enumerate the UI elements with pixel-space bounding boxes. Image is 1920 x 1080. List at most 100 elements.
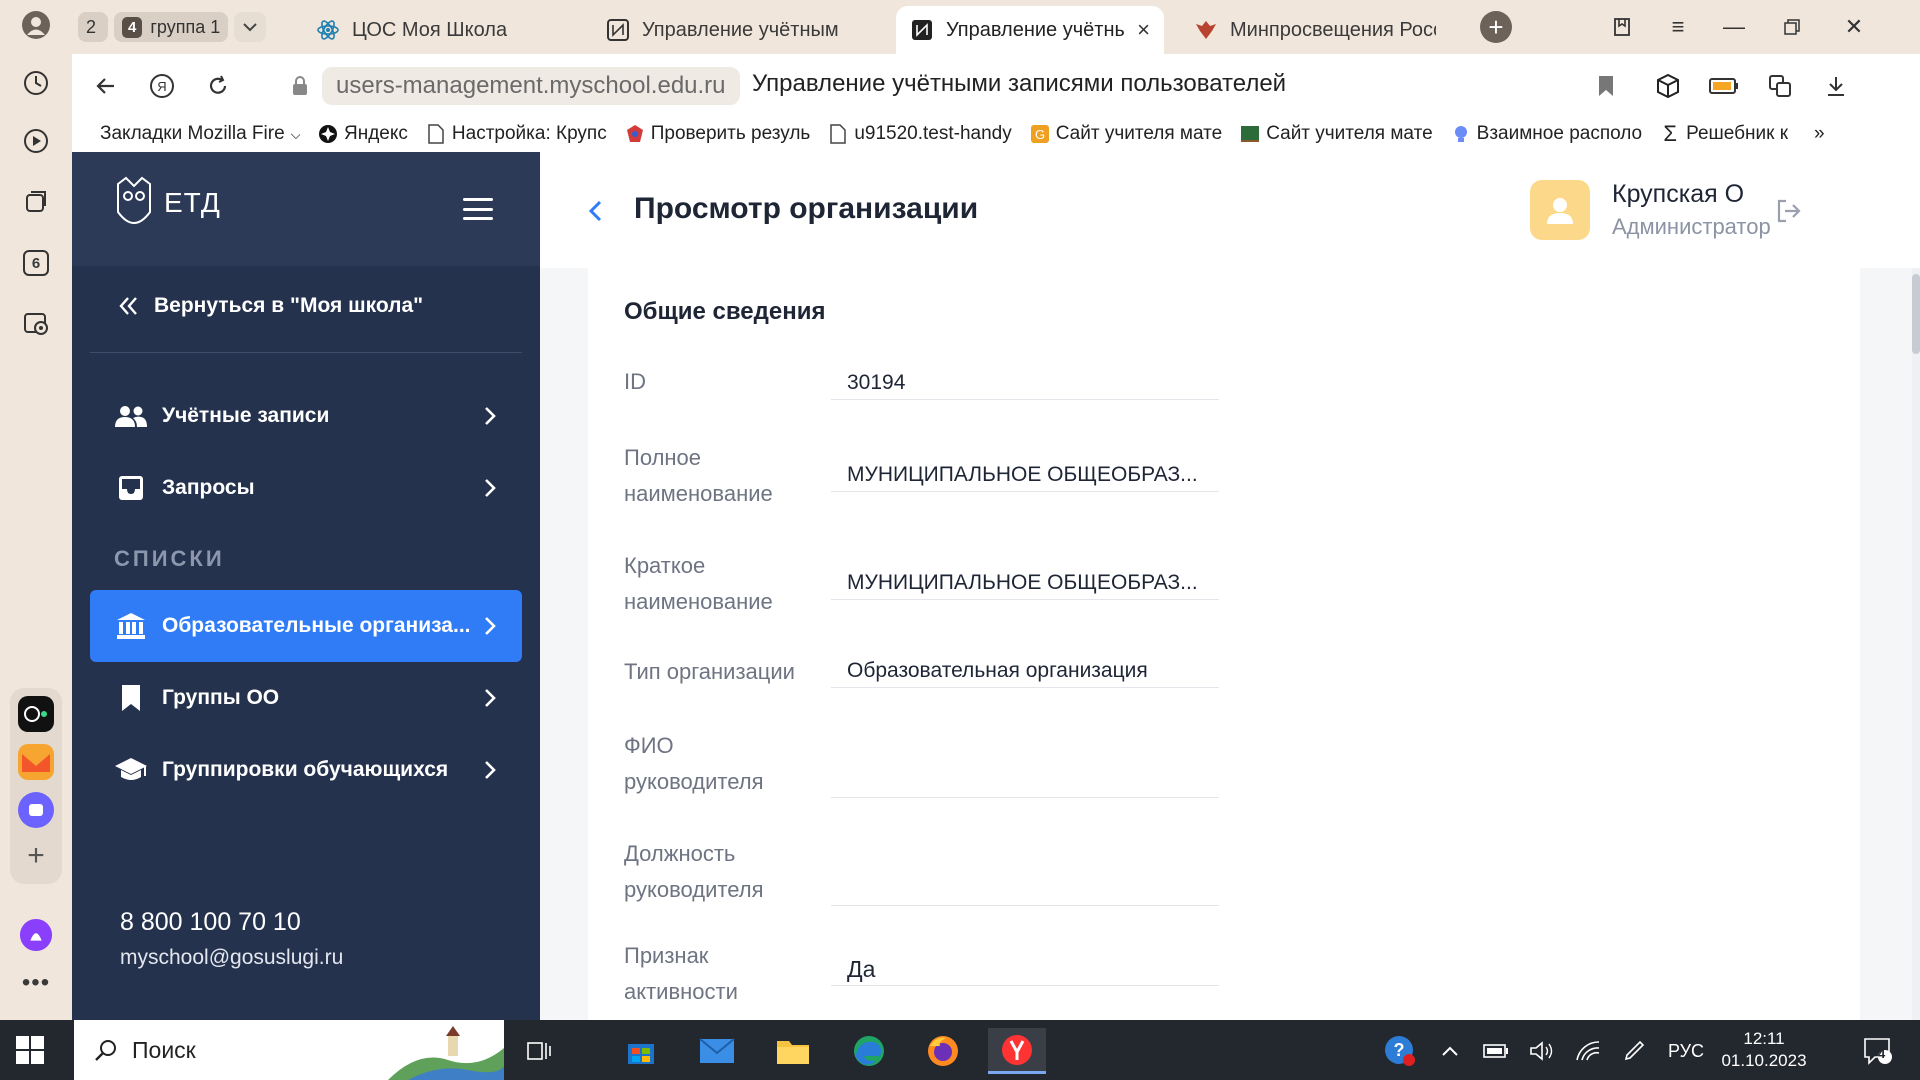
bookmark-item[interactable]: Взаимное располо [1451, 123, 1642, 145]
sidebar-item-groups[interactable]: Группы ОО [90, 662, 522, 734]
bookmark-icon [114, 683, 148, 713]
window-close-icon[interactable]: ✕ [1834, 10, 1874, 44]
messenger-app-icon[interactable] [18, 792, 54, 828]
side-apps-panel: + [10, 688, 62, 884]
new-tab-button[interactable]: + [1476, 10, 1516, 44]
bookmark-item[interactable]: Проверить резуль [625, 123, 810, 145]
volume-icon[interactable] [1526, 1038, 1558, 1064]
bookmarks-panel-icon[interactable] [1602, 10, 1642, 44]
tab-group-expand[interactable] [234, 12, 267, 42]
scrollbar-thumb[interactable] [1912, 274, 1920, 354]
bulb-icon [1451, 124, 1471, 144]
file-explorer-icon[interactable] [764, 1028, 822, 1074]
field-value[interactable]: Образовательная организация [831, 654, 1219, 688]
translate-icon[interactable] [1762, 68, 1798, 104]
field-value[interactable]: Да [831, 952, 1219, 986]
tab-label: Управление учётными [946, 18, 1126, 41]
search-icon [95, 1040, 116, 1061]
double-chevron-left-icon [119, 297, 137, 315]
avatar[interactable] [1530, 180, 1590, 240]
play-icon[interactable] [19, 124, 53, 158]
field-value[interactable] [831, 764, 1219, 798]
help-icon[interactable]: ? [1380, 1036, 1420, 1066]
screenshot-icon[interactable] [19, 306, 53, 340]
bookmark-item[interactable]: Σ Решебник к [1660, 123, 1788, 145]
collections-icon[interactable] [19, 184, 53, 218]
menu-icon[interactable]: ≡ [1658, 10, 1698, 44]
mail-app-icon[interactable] [18, 744, 54, 780]
chevron-left-icon[interactable] [584, 196, 606, 226]
mail-icon[interactable] [688, 1028, 746, 1074]
field-value[interactable] [831, 872, 1219, 906]
logout-icon[interactable] [1774, 198, 1804, 224]
tab-group: 2 4 группа 1 [72, 8, 267, 46]
tab-users-1[interactable]: Управление учётными за [592, 6, 852, 54]
sidebar-item-accounts[interactable]: Учётные записи [90, 380, 522, 452]
field-value[interactable]: МУНИЦИПАЛЬНОЕ ОБЩЕОБРАЗ... [831, 458, 1219, 492]
bookmark-item[interactable]: Закладки Mozilla Fire ⌵ [100, 123, 300, 145]
counter-badge-icon[interactable]: 6 [19, 246, 53, 280]
tab-group-count[interactable]: 2 [78, 12, 108, 42]
chevron-right-icon [482, 688, 498, 708]
bookmark-flag-icon[interactable] [1588, 68, 1624, 104]
react-atom-icon [316, 18, 340, 42]
task-view-icon[interactable] [510, 1028, 568, 1074]
wifi-icon[interactable] [1572, 1038, 1604, 1064]
more-icon[interactable]: ••• [19, 966, 53, 1000]
yandex-button-icon[interactable]: Я [144, 68, 180, 104]
pen-icon[interactable] [1618, 1038, 1650, 1064]
bookmark-item[interactable]: u91520.test-handy [828, 123, 1012, 145]
bookmark-item[interactable]: Сайт учителя мате [1240, 123, 1433, 145]
tab-users-active[interactable]: Управление учётными × [896, 6, 1164, 54]
bookmark-item[interactable]: G Сайт учителя мате [1030, 123, 1222, 145]
firefox-icon[interactable] [914, 1028, 972, 1074]
scrollbar[interactable] [1912, 268, 1920, 1020]
support-phone[interactable]: 8 800 100 70 10 [120, 908, 301, 937]
battery-icon[interactable] [1706, 68, 1742, 104]
notifications-icon[interactable]: 4 [1856, 1038, 1900, 1065]
back-to-myschool-link[interactable]: Вернуться в "Моя школа" [118, 294, 423, 318]
edge-icon[interactable] [840, 1028, 898, 1074]
logo[interactable]: ЕТД [114, 176, 221, 230]
timer-app-icon[interactable] [18, 696, 54, 732]
sidebar-item-student-groupings[interactable]: Группировки обучающихся [90, 734, 522, 806]
bookmark-item[interactable]: Настройка: Крупс [426, 123, 607, 145]
url-field[interactable]: users-management.myschool.edu.ru [322, 67, 740, 105]
more-bookmarks-icon[interactable]: » [1814, 123, 1825, 145]
sidebar-item-requests[interactable]: Запросы [90, 452, 522, 524]
taskbar-search[interactable]: Поиск [74, 1020, 504, 1080]
field-value[interactable]: 30194 [831, 366, 1219, 400]
chalkboard-icon [1240, 124, 1260, 144]
download-icon[interactable] [1818, 68, 1854, 104]
windows-start-icon[interactable] [16, 1036, 44, 1064]
add-app-icon[interactable]: + [18, 838, 54, 874]
tab-cos[interactable]: ЦОС Моя Школа [302, 6, 572, 54]
clock[interactable]: 12:11 01.10.2023 [1716, 1028, 1812, 1072]
language-indicator[interactable]: РУС [1664, 1038, 1708, 1064]
history-icon[interactable] [19, 66, 53, 100]
chevron-right-icon [482, 760, 498, 780]
bookmark-item[interactable]: Яндекс [318, 123, 408, 145]
inbox-icon [114, 473, 148, 503]
store-icon[interactable] [612, 1028, 670, 1074]
yandex-browser-icon[interactable] [988, 1028, 1046, 1074]
tab-minpros[interactable]: Минпросвещения Росси [1180, 6, 1450, 54]
sidebar-item-organizations[interactable]: Образовательные организа... [90, 590, 522, 662]
close-icon[interactable]: × [1137, 17, 1150, 43]
battery-tray-icon[interactable] [1480, 1038, 1512, 1064]
package-icon[interactable] [1650, 68, 1686, 104]
support-email[interactable]: myschool@gosuslugi.ru [120, 946, 343, 970]
main-content: Просмотр организации Крупская О Админист… [540, 152, 1920, 1020]
field-value[interactable]: МУНИЦИПАЛЬНОЕ ОБЩЕОБРАЗ... [831, 566, 1219, 600]
lock-icon[interactable] [282, 68, 318, 104]
divider [90, 352, 522, 353]
tab-group-chip[interactable]: 4 группа 1 [114, 12, 229, 42]
back-icon[interactable] [88, 68, 124, 104]
profile-icon[interactable] [19, 8, 53, 42]
hamburger-menu-icon[interactable] [463, 198, 493, 220]
minimize-icon[interactable]: — [1714, 10, 1754, 44]
alice-icon[interactable] [19, 918, 53, 952]
reload-icon[interactable] [200, 68, 236, 104]
chevron-up-icon[interactable] [1436, 1038, 1464, 1064]
restore-icon[interactable] [1772, 10, 1812, 44]
